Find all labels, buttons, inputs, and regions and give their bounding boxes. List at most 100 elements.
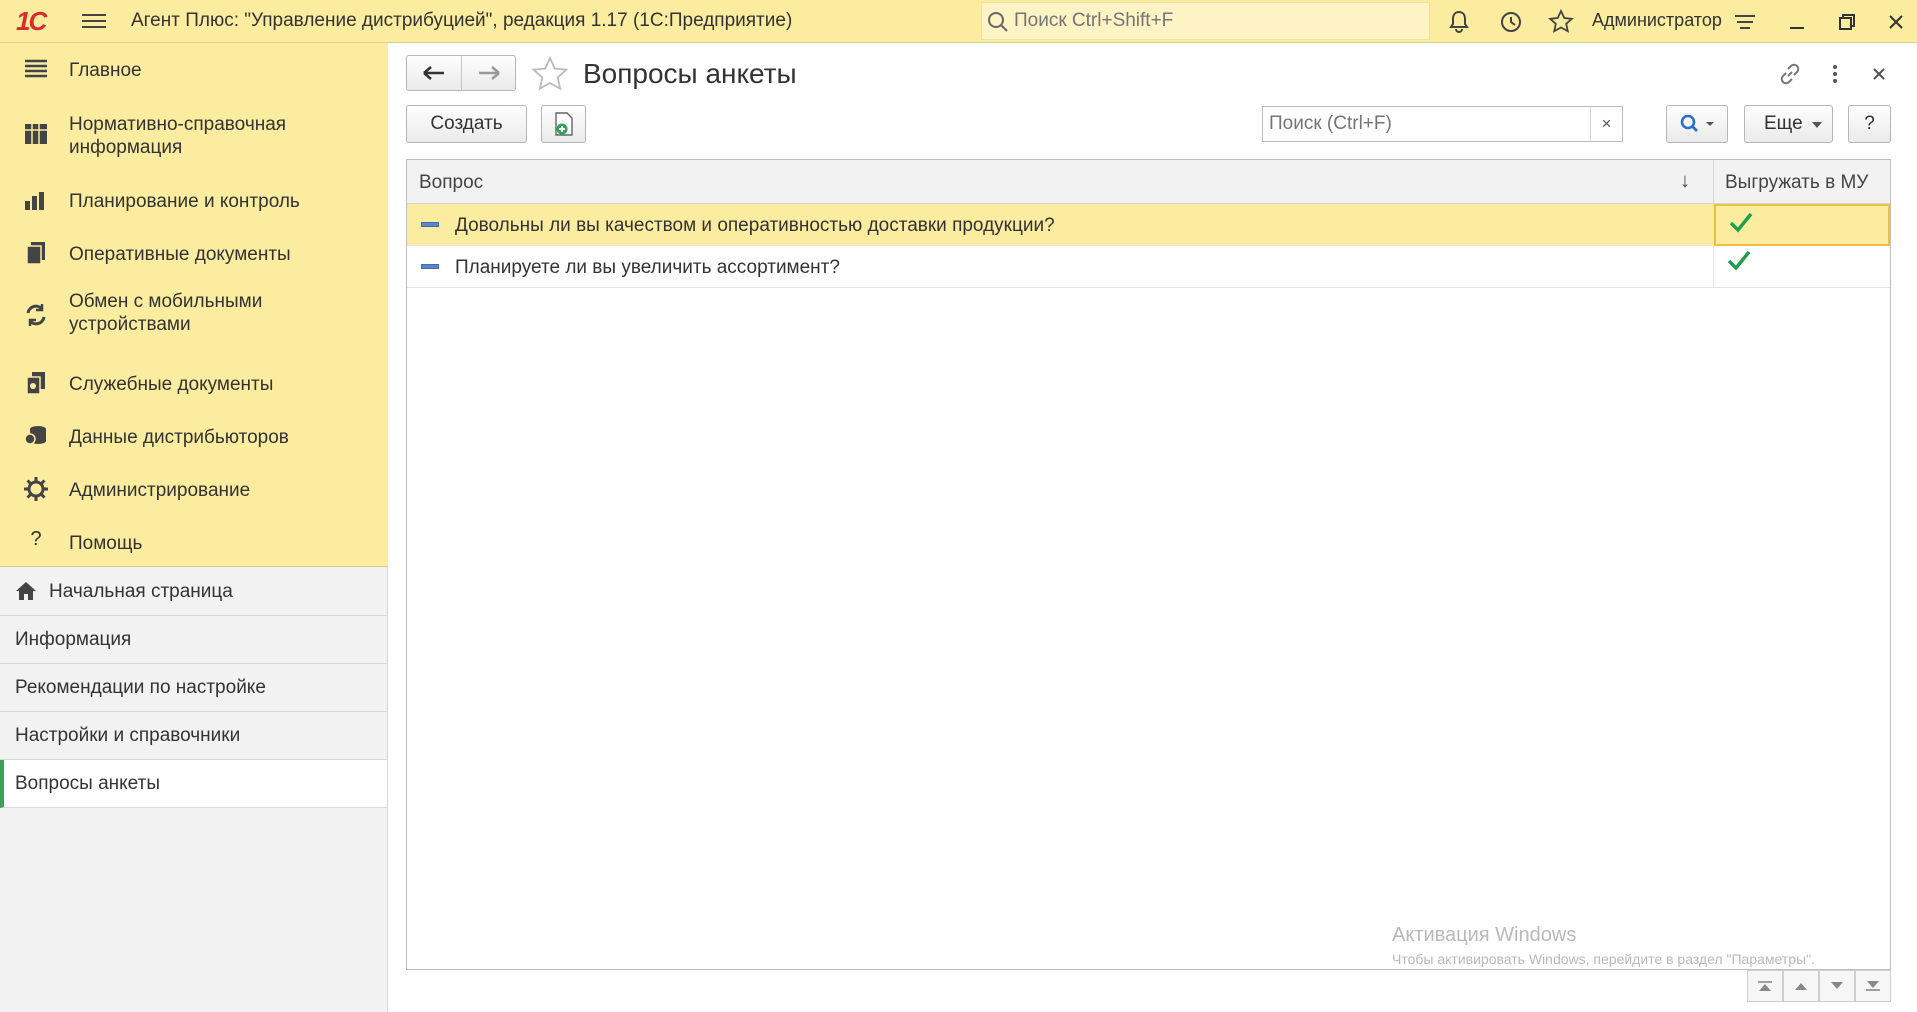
- open-window-info[interactable]: Информация: [0, 616, 387, 664]
- more-button[interactable]: Еще: [1744, 105, 1833, 143]
- sort-indicator: ↓: [1680, 170, 1690, 192]
- scroll-bottom-button[interactable]: [1855, 970, 1891, 1002]
- global-search[interactable]: [981, 2, 1430, 40]
- close-icon[interactable]: [1883, 9, 1909, 35]
- more-vertical-icon[interactable]: [1822, 61, 1848, 87]
- search-icon: [988, 12, 1008, 32]
- home-icon: [16, 582, 36, 600]
- section-administration[interactable]: Администрирование: [0, 463, 388, 515]
- gear-icon: [24, 477, 48, 501]
- sections-panel: Главное Нормативно-справочная информация…: [0, 43, 388, 567]
- section-help[interactable]: ? Помощь: [0, 516, 388, 568]
- create-button[interactable]: Создать: [406, 105, 527, 143]
- link-icon[interactable]: [1777, 61, 1803, 87]
- question-cell: Довольны ли вы качеством и оперативность…: [455, 215, 1055, 236]
- chevron-down-icon: [1812, 122, 1822, 128]
- column-divider: [1713, 160, 1714, 204]
- open-window-label: Информация: [15, 629, 132, 650]
- section-operational-docs[interactable]: Оперативные документы: [0, 227, 388, 279]
- section-label: Помощь: [69, 533, 143, 554]
- table-row[interactable]: Планируете ли вы увеличить ассортимент?: [407, 246, 1890, 288]
- copy-button[interactable]: [541, 105, 586, 143]
- section-mobile-exchange[interactable]: Обмен с мобильными устройствами: [0, 283, 388, 343]
- scroll-down-button[interactable]: [1819, 970, 1855, 1002]
- forward-button[interactable]: [462, 56, 516, 90]
- list-icon: [25, 59, 47, 78]
- history-icon[interactable]: [1498, 9, 1524, 35]
- app-logo: 1С: [16, 6, 47, 36]
- nav-back-forward-group: [406, 55, 516, 91]
- favorites-star-icon[interactable]: [1548, 9, 1574, 35]
- page-title: Вопросы анкеты: [583, 58, 797, 89]
- column-header-question[interactable]: Вопрос: [419, 172, 483, 194]
- open-window-home[interactable]: Начальная страница: [0, 568, 387, 616]
- service-docs-icon: [26, 372, 45, 395]
- help-button[interactable]: ?: [1848, 105, 1891, 143]
- list-navigation: [1747, 970, 1891, 1002]
- help-icon: ?: [30, 528, 42, 550]
- section-service-docs[interactable]: Служебные документы: [0, 357, 388, 409]
- export-checkbox-cell[interactable]: [1714, 204, 1890, 246]
- column-header-export[interactable]: Выгружать в МУ: [1725, 172, 1868, 194]
- questions-table: Вопрос ↓ Выгружать в МУ Довольны ли вы к…: [406, 159, 1891, 970]
- bell-icon[interactable]: [1446, 9, 1472, 35]
- arrow-left-icon: [423, 66, 444, 80]
- minimize-icon[interactable]: [1784, 9, 1810, 35]
- open-window-label: Начальная страница: [49, 581, 233, 602]
- page-down-icon: [1831, 982, 1843, 989]
- restore-icon[interactable]: [1834, 9, 1860, 35]
- sidebar: Главное Нормативно-справочная информация…: [0, 43, 388, 1012]
- section-main[interactable]: Главное: [0, 43, 388, 95]
- scroll-up-button[interactable]: [1783, 970, 1819, 1002]
- search-button[interactable]: [1666, 105, 1728, 143]
- clear-search-button[interactable]: ×: [1590, 107, 1622, 141]
- table-header: Вопрос ↓ Выгружать в МУ: [407, 160, 1890, 204]
- search-dropdown-icon: [1680, 114, 1714, 132]
- checkmark-icon: [1727, 250, 1751, 271]
- open-window-recommendations[interactable]: Рекомендации по настройке: [0, 664, 387, 712]
- bar-chart-icon: [25, 192, 44, 210]
- main-menu-icon[interactable]: [82, 10, 106, 32]
- list-search-input[interactable]: [1263, 107, 1585, 141]
- add-document-icon: [554, 112, 573, 136]
- user-name[interactable]: Администратор: [1592, 10, 1722, 31]
- windows-activation-title: Активация Windows: [1392, 924, 1577, 946]
- back-button[interactable]: [407, 56, 462, 90]
- open-window-label: Настройки и справочники: [15, 725, 241, 746]
- catalog-icon: [25, 124, 47, 144]
- open-window-label: Рекомендации по настройке: [15, 677, 266, 698]
- section-reference-info[interactable]: Нормативно-справочная информация: [0, 103, 388, 163]
- more-label: Еще: [1764, 113, 1803, 134]
- windows-activation-subtitle: Чтобы активировать Windows, перейдите в …: [1392, 951, 1815, 967]
- arrow-right-icon: [479, 66, 500, 80]
- app-title: Агент Плюс: "Управление дистрибуцией", р…: [131, 10, 793, 31]
- global-search-input[interactable]: [1014, 3, 1424, 39]
- distributor-data-icon: [24, 426, 46, 445]
- section-label: Служебные документы: [69, 374, 274, 395]
- section-label: Главное: [69, 60, 142, 81]
- title-bar: 1С Агент Плюс: "Управление дистрибуцией"…: [0, 0, 1917, 43]
- open-window-label: Вопросы анкеты: [15, 773, 160, 794]
- open-window-survey-questions[interactable]: Вопросы анкеты: [0, 760, 387, 808]
- section-planning[interactable]: Планирование и контроль: [0, 174, 388, 226]
- last-page-icon: [1866, 981, 1880, 991]
- open-window-settings[interactable]: Настройки и справочники: [0, 712, 387, 760]
- sync-icon: [26, 304, 46, 326]
- documents-icon: [26, 242, 45, 265]
- first-page-icon: [1758, 981, 1772, 991]
- favorite-star-icon[interactable]: [531, 56, 569, 92]
- table-row[interactable]: Довольны ли вы качеством и оперативность…: [407, 204, 1890, 246]
- scroll-top-button[interactable]: [1747, 970, 1783, 1002]
- section-label: Администрирование: [69, 480, 251, 501]
- section-label: Обмен с мобильными устройствами: [69, 291, 263, 335]
- catalog-item-icon: [421, 264, 439, 269]
- section-label: Планирование и контроль: [69, 191, 300, 212]
- section-label: Нормативно-справочная информация: [69, 114, 287, 158]
- list-search: ×: [1262, 106, 1623, 142]
- close-form-icon[interactable]: [1866, 61, 1892, 87]
- section-distributor-data[interactable]: Данные дистрибьюторов: [0, 410, 388, 462]
- settings-lines-icon[interactable]: [1732, 9, 1758, 35]
- export-checkbox-cell[interactable]: [1714, 246, 1890, 288]
- section-label: Оперативные документы: [69, 244, 291, 265]
- catalog-item-icon: [421, 222, 439, 227]
